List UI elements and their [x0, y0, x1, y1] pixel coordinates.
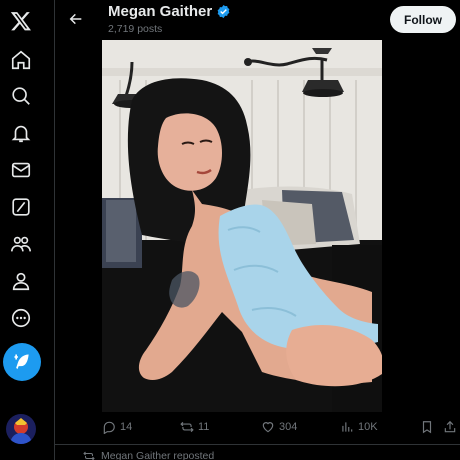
heart-icon	[262, 422, 274, 433]
compose-post-button[interactable]	[3, 343, 41, 381]
repost-icon	[180, 421, 194, 433]
repost-indicator: Megan Gaither reposted	[83, 450, 214, 460]
display-name: Megan Gaither	[108, 3, 213, 20]
account-avatar[interactable]	[6, 414, 36, 444]
grok-icon[interactable]	[8, 194, 34, 220]
share-action[interactable]	[443, 420, 460, 434]
post-photo[interactable]	[102, 40, 382, 412]
repost-text: Megan Gaither reposted	[101, 450, 215, 460]
repost-small-icon	[83, 451, 95, 460]
reply-action[interactable]: 14	[102, 420, 132, 434]
profile-header: Megan Gaither 2,719 posts Follow	[55, 0, 460, 40]
bookmark-icon	[422, 421, 432, 434]
reply-count: 14	[120, 421, 133, 433]
notifications-icon[interactable]	[8, 120, 34, 146]
more-icon[interactable]	[8, 305, 34, 331]
photo-side-area	[382, 40, 457, 412]
sidebar-nav	[0, 0, 44, 460]
profile-icon[interactable]	[8, 268, 34, 294]
explore-icon[interactable]	[8, 83, 34, 109]
profile-media-view: Megan Gaither 2,719 posts Follow 14 11 3…	[54, 0, 460, 460]
x-logo-icon[interactable]	[8, 8, 34, 34]
views-chart-icon	[342, 422, 353, 432]
views-action[interactable]: 10K	[340, 420, 378, 434]
profile-name-row: Megan Gaither	[108, 3, 231, 20]
post-actions: 14 11 304 10K	[55, 416, 460, 442]
like-action[interactable]: 304	[261, 420, 297, 434]
back-button[interactable]	[65, 8, 87, 30]
communities-icon[interactable]	[8, 231, 34, 257]
home-icon[interactable]	[8, 47, 34, 73]
compose-feather-icon	[14, 354, 29, 370]
reply-icon	[103, 421, 115, 434]
share-icon	[444, 420, 456, 433]
verified-badge-icon	[216, 4, 231, 19]
bookmark-action[interactable]	[420, 420, 438, 434]
like-count: 304	[279, 421, 298, 433]
follow-button[interactable]: Follow	[390, 6, 456, 33]
arrow-left-icon	[69, 13, 82, 25]
messages-icon[interactable]	[8, 157, 34, 183]
view-count: 10K	[358, 421, 378, 433]
repost-action[interactable]: 11	[180, 420, 209, 434]
repost-count: 11	[198, 421, 210, 433]
post-count: 2,719 posts	[108, 23, 163, 35]
feed-divider	[55, 444, 460, 445]
